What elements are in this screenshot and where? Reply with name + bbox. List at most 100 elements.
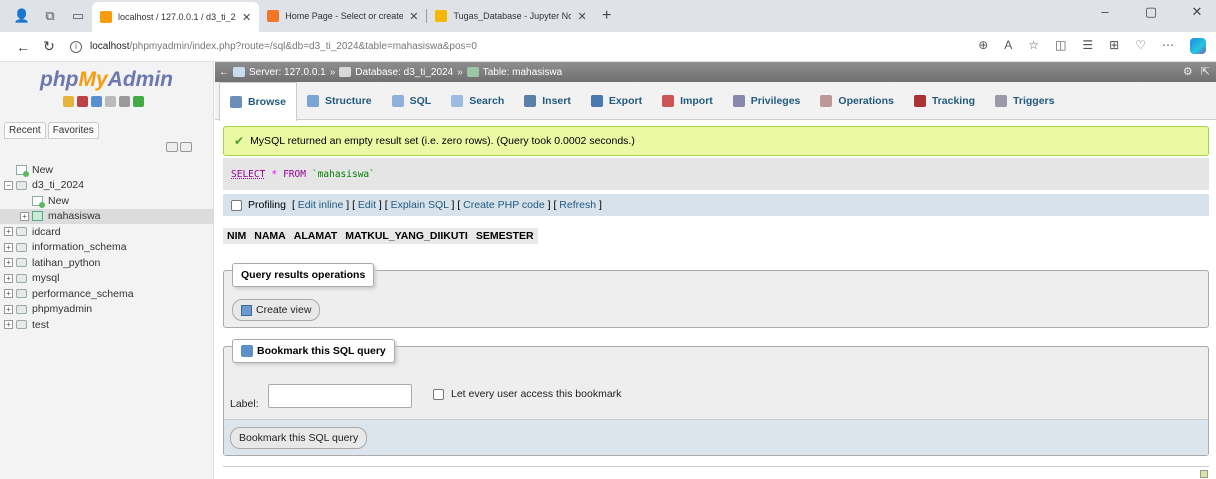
expand-icon[interactable]: + <box>4 273 13 283</box>
tab-close-icon[interactable]: ✕ <box>242 11 251 24</box>
sql-select-keyword[interactable]: SELECT <box>231 169 265 180</box>
tree-item-latihan-python[interactable]: + latihan_python <box>0 255 214 271</box>
reload-nav-icon[interactable] <box>133 96 144 107</box>
profiling-checkbox[interactable] <box>231 199 242 211</box>
expand-icon[interactable]: + <box>20 211 29 221</box>
column-header[interactable]: NAMA <box>254 230 286 242</box>
tree-item-performance-schema[interactable]: + performance_schema <box>0 286 214 302</box>
collections-icon[interactable]: ⊞ <box>1109 38 1119 54</box>
expand-icon[interactable]: + <box>4 304 13 314</box>
edit-inline-link[interactable]: Edit inline <box>298 199 344 211</box>
favorite-icon[interactable]: ☆ <box>1028 38 1039 54</box>
expand-icon[interactable]: + <box>4 242 13 252</box>
sql-docs-icon[interactable] <box>105 96 116 107</box>
tab-export[interactable]: Export <box>581 82 652 120</box>
tree-item-d3-ti-2024[interactable]: − d3_ti_2024 <box>0 178 214 194</box>
tree-item-idcard[interactable]: + idcard <box>0 224 214 240</box>
more-icon[interactable]: ⋯ <box>1162 38 1174 54</box>
home-icon[interactable] <box>63 96 74 107</box>
collapse-top-icon[interactable]: ⇱ <box>1201 65 1210 78</box>
tab-title: Tugas_Database - Jupyter Notebo <box>453 11 572 21</box>
tab-tracking[interactable]: Tracking <box>904 82 985 120</box>
expand-icon[interactable]: + <box>4 320 13 330</box>
tree-item-phpmyadmin[interactable]: + phpmyadmin <box>0 302 214 318</box>
split-screen-icon[interactable]: ◫ <box>1055 38 1066 54</box>
bookmark-legend: Bookmark this SQL query <box>232 339 395 363</box>
read-aloud-icon[interactable]: A <box>1004 38 1012 54</box>
tab-privileges[interactable]: Privileges <box>723 82 811 120</box>
collapse-nav-icon[interactable]: ← <box>219 67 229 78</box>
breadcrumb: ← Server: 127.0.0.1 » Database: d3_ti_20… <box>215 62 1216 82</box>
tree-item-new[interactable]: New <box>0 193 214 209</box>
workspaces-icon[interactable]: ⧉ <box>36 2 64 30</box>
browser-tab[interactable]: Home Page - Select or create a n ✕ <box>259 2 426 30</box>
docs-icon[interactable] <box>91 96 102 107</box>
structure-icon <box>306 94 319 107</box>
info-icon[interactable]: i <box>70 40 82 53</box>
bookmark-label-input[interactable] <box>268 384 412 408</box>
favorites-list-icon[interactable]: ☰ <box>1082 38 1093 54</box>
tab-triggers[interactable]: Triggers <box>985 82 1064 120</box>
edit-link[interactable]: Edit <box>358 199 376 211</box>
tab-structure[interactable]: Structure <box>297 82 382 120</box>
refresh-link[interactable]: Refresh <box>559 199 596 211</box>
breadcrumb-server[interactable]: Server: 127.0.0.1 <box>249 67 326 78</box>
bookmark-section: Bookmark this SQL query Label: Let every… <box>223 339 1209 456</box>
breadcrumb-table[interactable]: Table: mahasiswa <box>483 67 562 78</box>
tab-actions-icon[interactable]: ▭ <box>64 2 92 30</box>
restore-button[interactable]: ▢ <box>1138 4 1164 20</box>
column-header[interactable]: ALAMAT <box>294 230 338 242</box>
collapse-icon[interactable]: − <box>4 180 13 190</box>
phpmyadmin-logo[interactable]: phpMyAdmin <box>40 68 173 92</box>
tab-operations[interactable]: Operations <box>810 82 903 120</box>
minimize-button[interactable]: – <box>1092 4 1118 20</box>
breadcrumb-separator: » <box>457 66 463 78</box>
create-view-label: Create view <box>256 304 312 316</box>
logout-icon[interactable] <box>77 96 88 107</box>
expand-icon[interactable]: + <box>4 289 13 299</box>
menu-label: Browse <box>248 95 286 108</box>
tab-search[interactable]: Search <box>441 82 514 120</box>
bookmark-submit-button[interactable]: Bookmark this SQL query <box>230 427 368 449</box>
browser-tab[interactable]: localhost / 127.0.0.1 / d3_ti_2024 ✕ <box>92 2 260 32</box>
console-toggle-icon[interactable] <box>1200 470 1208 478</box>
expand-icon[interactable]: + <box>4 227 13 237</box>
copilot-icon[interactable] <box>1190 38 1206 54</box>
tree-item-new[interactable]: New <box>0 162 214 178</box>
url-field[interactable]: i localhost/phpmyadmin/index.php?route=/… <box>70 40 870 53</box>
page-settings-icon[interactable]: ⚙ <box>1183 65 1193 78</box>
expand-icon[interactable]: + <box>4 258 13 268</box>
tree-item-test[interactable]: + test <box>0 317 214 333</box>
back-button[interactable]: ← <box>10 39 36 55</box>
tree-item-information-schema[interactable]: + information_schema <box>0 240 214 256</box>
bookmark-label-text: Label: <box>230 398 259 410</box>
tab-import[interactable]: Import <box>652 82 723 120</box>
bookmark-public-checkbox[interactable] <box>433 389 444 400</box>
close-window-button[interactable]: ✕ <box>1184 4 1210 20</box>
column-header[interactable]: MATKUL_YANG_DIIKUTI <box>345 230 468 242</box>
breadcrumb-database[interactable]: Database: d3_ti_2024 <box>355 67 453 78</box>
zoom-icon[interactable]: ⊕ <box>978 38 988 54</box>
tree-item-mysql[interactable]: + mysql <box>0 271 214 287</box>
tab-sql[interactable]: SQL <box>382 82 442 120</box>
column-header[interactable]: SEMESTER <box>476 230 534 242</box>
create-php-code-link[interactable]: Create PHP code <box>463 199 545 211</box>
sidebar-tab-favorites[interactable]: Favorites <box>47 122 99 139</box>
sidebar-tab-recent[interactable]: Recent <box>4 122 46 139</box>
profile-icon[interactable]: 👤 <box>8 2 36 30</box>
tree-item-mahasiswa[interactable]: + mahasiswa <box>0 208 214 224</box>
browser-essentials-icon[interactable]: ♡ <box>1135 38 1146 54</box>
new-tab-button[interactable]: + <box>595 2 619 30</box>
reload-button[interactable]: ↻ <box>36 38 62 55</box>
column-header[interactable]: NIM <box>227 230 246 242</box>
tab-browse[interactable]: Browse <box>219 81 297 121</box>
create-view-button[interactable]: Create view <box>232 299 321 321</box>
explain-sql-link[interactable]: Explain SQL <box>391 199 449 211</box>
settings-icon[interactable] <box>119 96 130 107</box>
collapse-all-icon[interactable] <box>166 142 178 152</box>
tab-insert[interactable]: Insert <box>514 82 581 120</box>
link-with-main-icon[interactable] <box>180 142 192 152</box>
browser-tab[interactable]: Tugas_Database - Jupyter Notebo ✕ <box>427 2 594 30</box>
tab-close-icon[interactable]: ✕ <box>409 10 418 23</box>
tab-close-icon[interactable]: ✕ <box>577 10 586 23</box>
